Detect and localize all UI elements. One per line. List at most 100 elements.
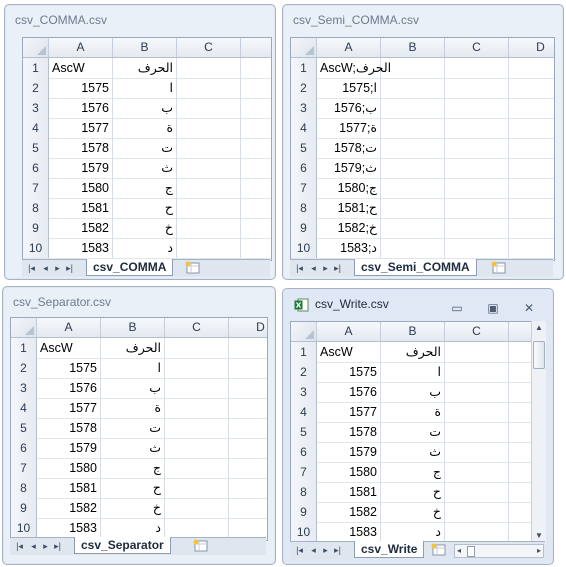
- cell-d[interactable]: [241, 58, 271, 78]
- row-header[interactable]: 9: [23, 218, 49, 238]
- next-sheet-icon[interactable]: ▸: [320, 544, 331, 556]
- cell-a[interactable]: 1580: [37, 458, 101, 478]
- row-header[interactable]: 6: [11, 438, 37, 458]
- column-header-a[interactable]: A: [317, 38, 381, 57]
- row-header[interactable]: 6: [291, 158, 317, 178]
- cell-b[interactable]: ب: [101, 378, 165, 398]
- cell-c[interactable]: [177, 238, 241, 258]
- row-header[interactable]: 10: [23, 238, 49, 258]
- cell-a[interactable]: 1582: [317, 502, 381, 522]
- column-header-c[interactable]: C: [445, 38, 509, 57]
- cell-c[interactable]: [445, 522, 509, 542]
- cell-c[interactable]: [165, 498, 229, 518]
- row-header[interactable]: 1: [11, 338, 37, 358]
- cell-d[interactable]: [509, 198, 554, 218]
- cell-c[interactable]: [177, 58, 241, 78]
- cell-c[interactable]: [445, 502, 509, 522]
- row-header[interactable]: 8: [11, 478, 37, 498]
- column-header-b[interactable]: B: [381, 322, 445, 341]
- column-header-d[interactable]: D: [509, 38, 554, 57]
- column-header-c[interactable]: C: [165, 318, 229, 337]
- cell-d[interactable]: [241, 198, 271, 218]
- cell-a[interactable]: 1578;ت: [317, 138, 381, 158]
- row-header[interactable]: 5: [291, 422, 317, 442]
- cell-a[interactable]: 1578: [37, 418, 101, 438]
- cell-b[interactable]: ح: [113, 198, 177, 218]
- cell-a[interactable]: 1576: [37, 378, 101, 398]
- cell-c[interactable]: [177, 78, 241, 98]
- insert-sheet-icon[interactable]: [184, 261, 202, 274]
- sheet-tab[interactable]: csv_Separator: [74, 537, 171, 554]
- cell-b[interactable]: ج: [101, 458, 165, 478]
- cell-d[interactable]: [229, 378, 267, 398]
- prev-sheet-icon[interactable]: ◂: [308, 544, 319, 556]
- cell-d[interactable]: [241, 238, 271, 258]
- cell-d[interactable]: [509, 178, 554, 198]
- minimize-button[interactable]: ▭: [449, 302, 465, 315]
- cell-c[interactable]: [445, 238, 509, 258]
- row-header[interactable]: 3: [11, 378, 37, 398]
- prev-sheet-icon[interactable]: ◂: [40, 262, 51, 274]
- cell-c[interactable]: [445, 342, 509, 362]
- cell-c[interactable]: [165, 438, 229, 458]
- row-header[interactable]: 2: [291, 362, 317, 382]
- cell-a[interactable]: 1576: [49, 98, 113, 118]
- cell-c[interactable]: [445, 178, 509, 198]
- vertical-scrollbar[interactable]: ▲ ▼: [531, 321, 546, 543]
- cell-a[interactable]: 1583;د: [317, 238, 381, 258]
- cell-c[interactable]: [445, 118, 509, 138]
- cell-a[interactable]: 1579: [49, 158, 113, 178]
- cell-c[interactable]: [177, 98, 241, 118]
- cell-a[interactable]: 1580: [49, 178, 113, 198]
- column-header-a[interactable]: A: [37, 318, 101, 337]
- cell-c[interactable]: [445, 58, 509, 78]
- cell-b[interactable]: ث: [113, 158, 177, 178]
- cell-a[interactable]: 1583: [49, 238, 113, 258]
- first-sheet-icon[interactable]: |◂: [294, 544, 305, 556]
- row-header[interactable]: 4: [291, 118, 317, 138]
- cell-b[interactable]: خ: [113, 218, 177, 238]
- cell-c[interactable]: [177, 198, 241, 218]
- row-header[interactable]: 1: [23, 58, 49, 78]
- worksheet-grid[interactable]: A B C 1 AscW الحرف 2 1575 ا 3 1576 ب 4 1577 ة 5 1578 ت…: [22, 37, 272, 261]
- cell-b[interactable]: د: [113, 238, 177, 258]
- cell-a[interactable]: 1577;ة: [317, 118, 381, 138]
- cell-c[interactable]: [445, 402, 509, 422]
- cell-a[interactable]: AscW: [49, 58, 113, 78]
- cell-d[interactable]: [229, 338, 267, 358]
- row-header[interactable]: 8: [291, 198, 317, 218]
- cell-c[interactable]: [177, 178, 241, 198]
- row-header[interactable]: 9: [291, 218, 317, 238]
- window-csv-separator[interactable]: csv_Separator.csv A B C D 1 AscW الحرف 2 157…: [2, 286, 276, 565]
- cell-d[interactable]: [241, 118, 271, 138]
- cell-d[interactable]: [509, 158, 554, 178]
- column-header-b[interactable]: B: [113, 38, 177, 57]
- row-header[interactable]: 8: [23, 198, 49, 218]
- cell-b[interactable]: [381, 98, 445, 118]
- row-header[interactable]: 7: [291, 178, 317, 198]
- cell-b[interactable]: ة: [113, 118, 177, 138]
- cell-c[interactable]: [445, 198, 509, 218]
- cell-d[interactable]: [241, 218, 271, 238]
- cell-b[interactable]: [381, 118, 445, 138]
- cell-b[interactable]: د: [381, 522, 445, 542]
- cell-c[interactable]: [445, 482, 509, 502]
- cell-b[interactable]: ا: [381, 362, 445, 382]
- cell-c[interactable]: [165, 338, 229, 358]
- cell-c[interactable]: [177, 138, 241, 158]
- row-header[interactable]: 5: [23, 138, 49, 158]
- row-header[interactable]: 9: [11, 498, 37, 518]
- cell-b[interactable]: [381, 158, 445, 178]
- cell-c[interactable]: [165, 518, 229, 538]
- cell-a[interactable]: 1575: [49, 78, 113, 98]
- cell-b[interactable]: ج: [381, 462, 445, 482]
- row-header[interactable]: 1: [291, 342, 317, 362]
- worksheet-grid[interactable]: A B C 1 AscW الحرف 2 1575 ا 3 1576 ب 4 1577 ة 5 1578 ت…: [290, 321, 542, 545]
- prev-sheet-icon[interactable]: ◂: [308, 262, 319, 274]
- cell-a[interactable]: 1577: [49, 118, 113, 138]
- insert-sheet-icon[interactable]: [490, 261, 508, 274]
- cell-d[interactable]: [229, 398, 267, 418]
- first-sheet-icon[interactable]: |◂: [294, 262, 305, 274]
- cell-c[interactable]: [445, 442, 509, 462]
- cell-b[interactable]: ث: [101, 438, 165, 458]
